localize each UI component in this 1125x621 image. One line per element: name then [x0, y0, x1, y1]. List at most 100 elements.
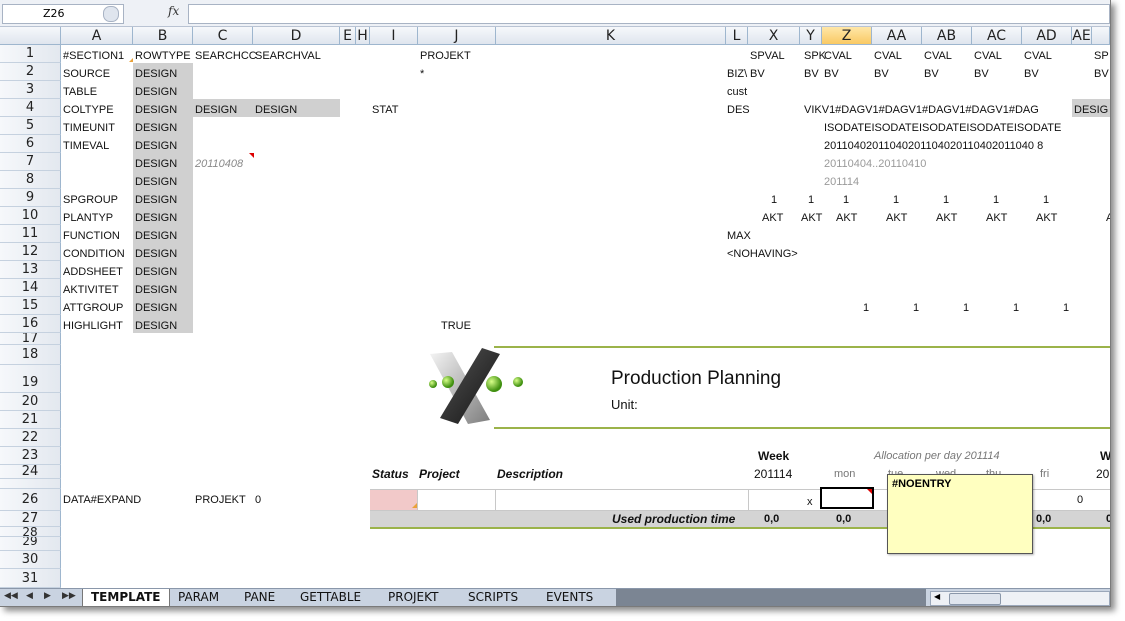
cell-af1[interactable]: SP: [1094, 47, 1109, 65]
selected-cell-z26[interactable]: [820, 487, 874, 509]
col-header-l[interactable]: L: [726, 27, 748, 45]
last-sheet-icon[interactable]: ▶▶: [62, 591, 76, 601]
cell-row6-right[interactable]: 20110402011040201104020110402011040 8: [824, 137, 1043, 155]
cell-a16[interactable]: HIGHLIGHT: [63, 317, 123, 335]
cell-a11[interactable]: FUNCTION: [63, 227, 120, 245]
cell-a3[interactable]: TABLE: [63, 83, 97, 101]
row-header[interactable]: 26: [0, 489, 61, 511]
cell-row5-right[interactable]: ISODATEISODATEISODATEISODATEISODATE: [824, 119, 1061, 137]
cell-c4[interactable]: DESIGN: [195, 101, 237, 119]
horizontal-scrollbar[interactable]: ◀: [930, 591, 1110, 606]
tab-template[interactable]: TEMPLATE: [82, 589, 170, 606]
col-header-aa[interactable]: AA: [872, 27, 922, 45]
cell-b14[interactable]: DESIGN: [135, 281, 177, 299]
cell-a4[interactable]: COLTYPE: [63, 101, 114, 119]
row-header[interactable]: 24: [0, 465, 61, 479]
row-header[interactable]: 8: [0, 171, 61, 189]
cell-b12[interactable]: DESIGN: [135, 245, 177, 263]
cell-b2[interactable]: DESIGN: [135, 65, 177, 83]
first-sheet-icon[interactable]: ◀◀: [4, 591, 18, 601]
project-cell[interactable]: [417, 490, 496, 510]
col-header-ac[interactable]: AC: [972, 27, 1022, 45]
cell-z27[interactable]: 0,0: [836, 511, 851, 527]
row-header[interactable]: 12: [0, 243, 61, 261]
cell-row15[interactable]: 1: [963, 299, 969, 317]
cell-row9[interactable]: 1: [1043, 191, 1049, 209]
cell-y26[interactable]: x: [807, 493, 813, 511]
week-value[interactable]: 201114: [754, 465, 792, 483]
cell-row9[interactable]: 1: [771, 191, 777, 209]
cell-ac1[interactable]: CVAL: [974, 47, 1002, 65]
cell-b15[interactable]: DESIGN: [135, 299, 177, 317]
row-header[interactable]: 30: [0, 551, 61, 569]
cell-ad2[interactable]: BV: [1024, 65, 1039, 83]
row-header[interactable]: 9: [0, 189, 61, 207]
col-header-c[interactable]: C: [193, 27, 253, 45]
cell-ab2[interactable]: BV: [924, 65, 939, 83]
scroll-thumb[interactable]: [949, 593, 1001, 605]
cell-i4[interactable]: STAT: [372, 101, 398, 119]
cell-b11[interactable]: DESIGN: [135, 227, 177, 245]
status-cell[interactable]: [370, 490, 417, 510]
cell-b4[interactable]: DESIGN: [135, 101, 177, 119]
cell-row10[interactable]: AKT: [836, 209, 857, 227]
cell-ae26[interactable]: 0: [1077, 491, 1083, 509]
col-header-x[interactable]: X: [748, 27, 800, 45]
col-header-a[interactable]: A: [61, 27, 133, 45]
col-header-k[interactable]: K: [496, 27, 726, 45]
row-header[interactable]: 10: [0, 207, 61, 225]
col-header-j[interactable]: J: [418, 27, 496, 45]
row-header-hidden-25[interactable]: [0, 479, 61, 489]
row-header[interactable]: 29: [0, 537, 61, 551]
cell-row10[interactable]: AKT: [886, 209, 907, 227]
cell-b13[interactable]: DESIGN: [135, 263, 177, 281]
cell-ac2[interactable]: BV: [974, 65, 989, 83]
cell-l11[interactable]: MAX: [727, 227, 751, 245]
cell-a26[interactable]: DATA#EXPAND: [63, 491, 141, 509]
cell-a2[interactable]: SOURCE: [63, 65, 110, 83]
cell-x1[interactable]: SPVAL: [750, 47, 785, 65]
scroll-left-icon[interactable]: ◀: [934, 592, 940, 601]
cell-a6[interactable]: TIMEVAL: [63, 137, 109, 155]
row-header[interactable]: 7: [0, 153, 61, 171]
cell-ad1[interactable]: CVAL: [1024, 47, 1052, 65]
col-header-h[interactable]: H: [356, 27, 370, 45]
cell-z2[interactable]: BV: [824, 65, 839, 83]
row-header[interactable]: 3: [0, 81, 61, 99]
cell-b10[interactable]: DESIGN: [135, 209, 177, 227]
col-header-d[interactable]: D: [253, 27, 340, 45]
cell-aa1[interactable]: CVAL: [874, 47, 902, 65]
select-all-corner[interactable]: [0, 27, 61, 45]
cell-aa2[interactable]: BV: [874, 65, 889, 83]
row-header[interactable]: 22: [0, 429, 61, 447]
prev-sheet-icon[interactable]: ◀: [26, 591, 33, 601]
row-header[interactable]: 17: [0, 333, 61, 345]
cell-comment-popup[interactable]: #NOENTRY: [887, 474, 1033, 554]
row-header[interactable]: 4: [0, 99, 61, 117]
tab-param[interactable]: PARAM: [170, 589, 227, 606]
col-header-ab[interactable]: AB: [922, 27, 972, 45]
cell-b1[interactable]: ROWTYPE: [135, 47, 191, 65]
cell-ab1[interactable]: CVAL: [924, 47, 952, 65]
row-header[interactable]: 19: [0, 365, 61, 393]
cell-row10[interactable]: AKT: [801, 209, 822, 227]
cell-d4[interactable]: DESIGN: [255, 101, 297, 119]
row-header[interactable]: 21: [0, 411, 61, 429]
cell-c26[interactable]: PROJEKT: [195, 491, 246, 509]
formula-input[interactable]: [188, 4, 1110, 24]
cell-row10[interactable]: AKT: [1036, 209, 1057, 227]
col-header-ad[interactable]: AD: [1022, 27, 1072, 45]
tab-pane[interactable]: PANE: [236, 589, 283, 606]
cell-l3[interactable]: cust: [727, 83, 747, 101]
cell-row4-right[interactable]: VIKV1#DAGV1#DAGV1#DAGV1#DAGV1#DAG: [804, 101, 1039, 119]
cell-y2[interactable]: BV: [804, 65, 819, 83]
row-header[interactable]: 2: [0, 63, 61, 81]
cell-row10-af[interactable]: A: [1106, 209, 1110, 227]
cell-j1[interactable]: PROJEKT: [420, 47, 471, 65]
namebox-dropdown-icon[interactable]: [103, 6, 119, 22]
cell-d1[interactable]: SEARCHVAL: [255, 47, 321, 65]
cell-a9[interactable]: SPGROUP: [63, 191, 118, 209]
cell-c7[interactable]: 20110408: [195, 155, 243, 173]
cell-ad27[interactable]: 0,0: [1036, 511, 1051, 527]
cell-af2[interactable]: BV: [1094, 65, 1109, 83]
